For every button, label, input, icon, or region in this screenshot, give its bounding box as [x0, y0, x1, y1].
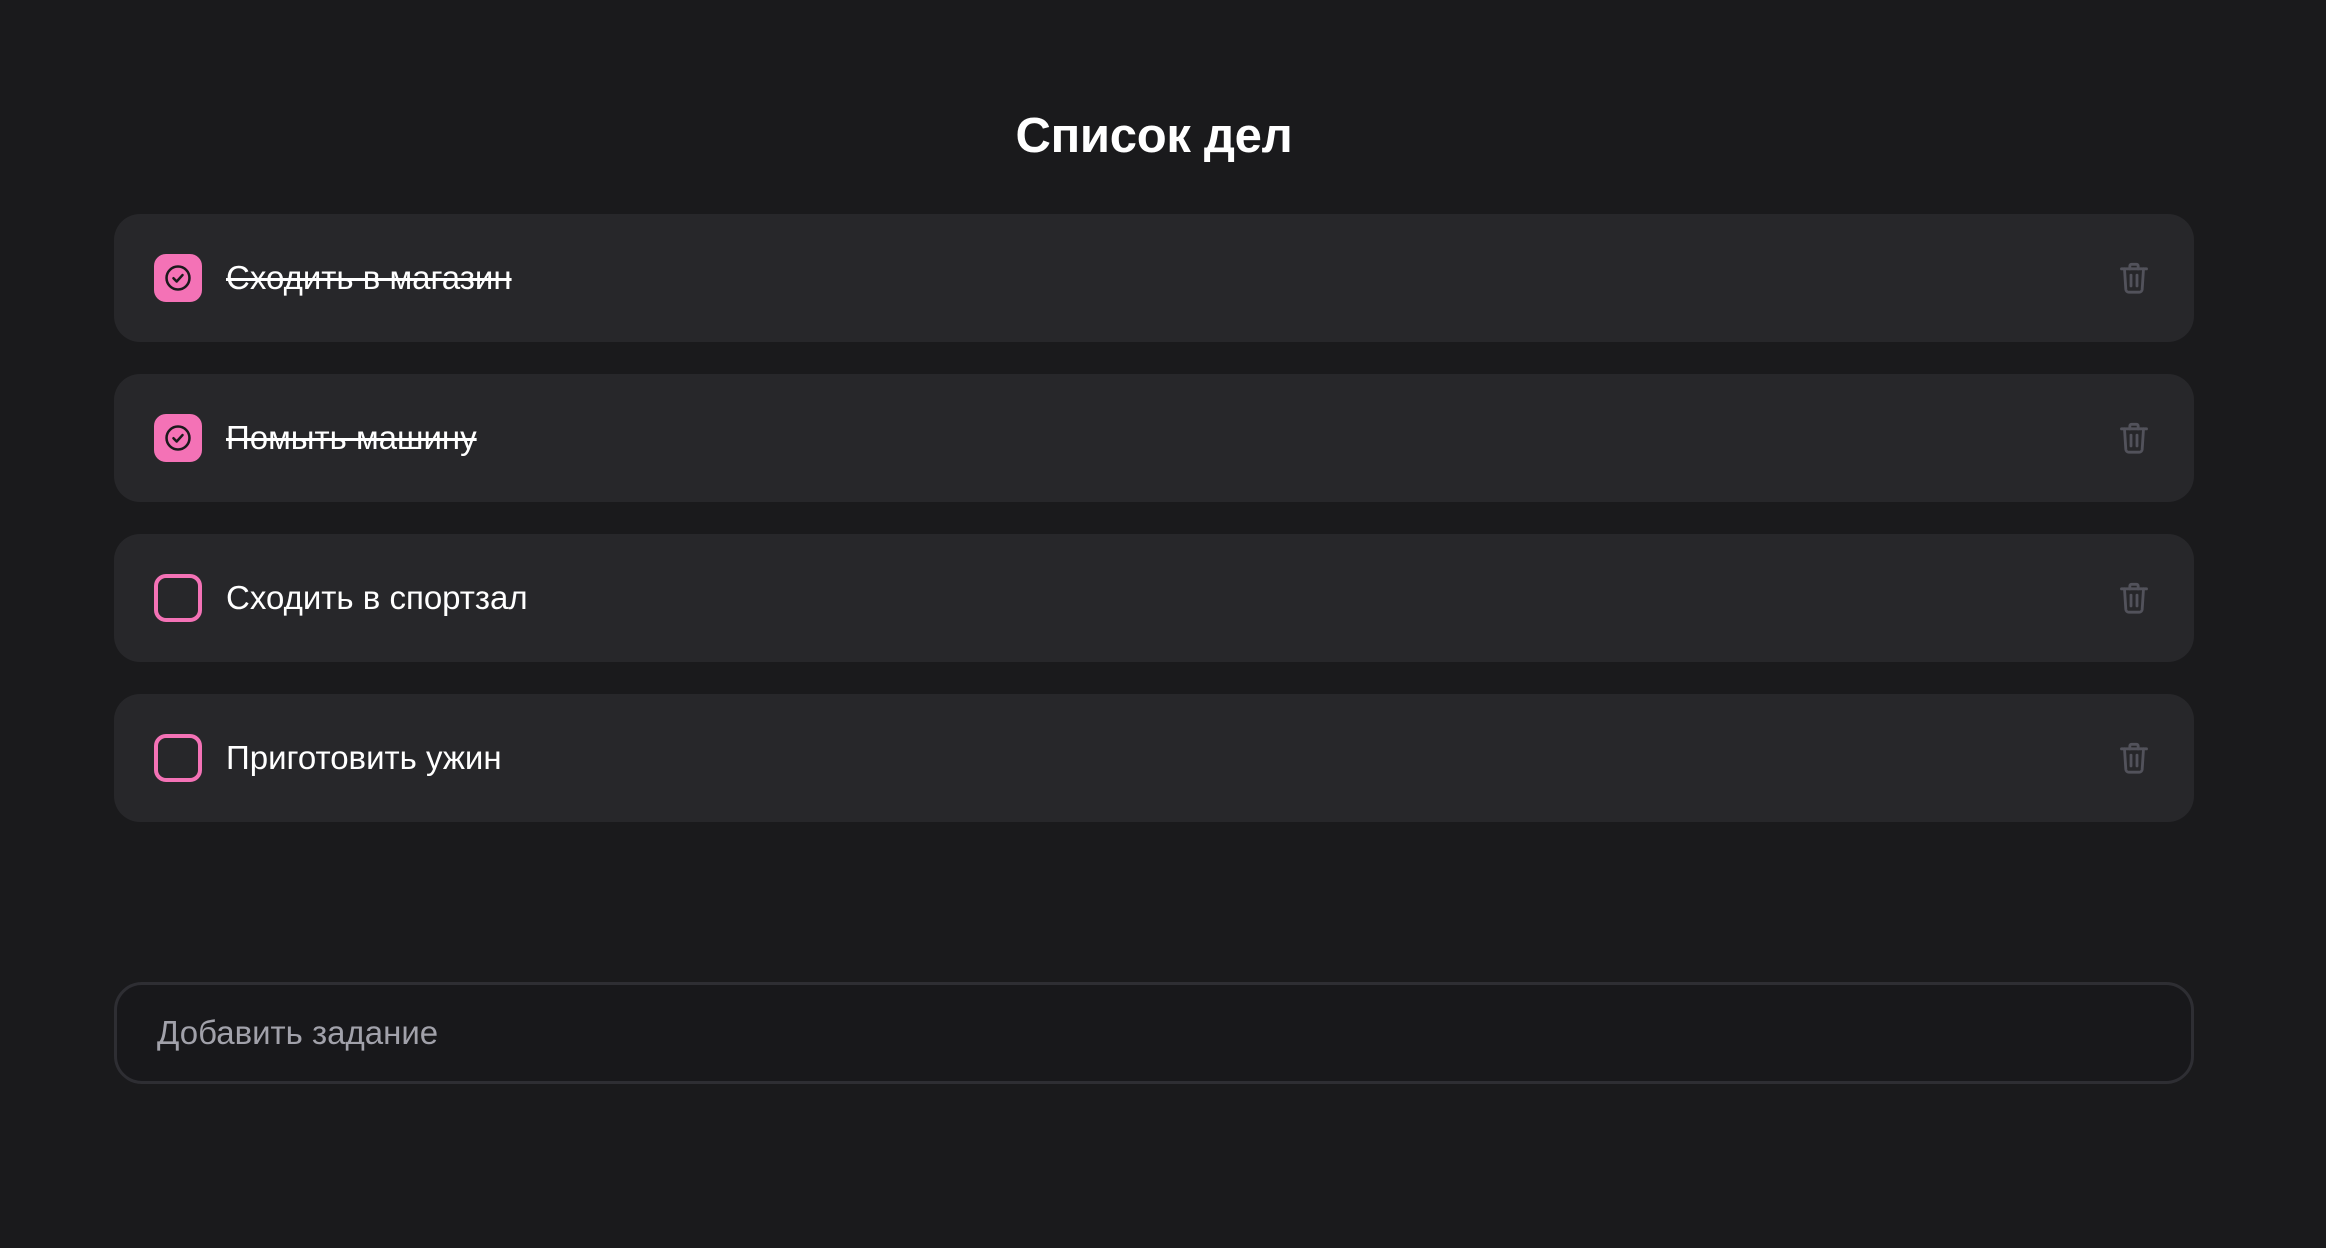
delete-button[interactable]: [2114, 738, 2154, 778]
todo-item: Приготовить ужин: [114, 694, 2194, 822]
check-circle-icon: [165, 265, 191, 291]
delete-button[interactable]: [2114, 258, 2154, 298]
delete-button[interactable]: [2114, 578, 2154, 618]
todo-text: Приготовить ужин: [226, 739, 502, 776]
todo-list: Сходить в магазин Помыть машину Сходить …: [114, 214, 2194, 854]
todo-checkbox[interactable]: [154, 734, 202, 782]
todo-item: Сходить в спортзал: [114, 534, 2194, 662]
todo-text: Сходить в спортзал: [226, 579, 528, 616]
trash-icon: [2114, 742, 2154, 782]
todo-text: Сходить в магазин: [226, 259, 512, 296]
trash-icon: [2114, 422, 2154, 462]
delete-button[interactable]: [2114, 418, 2154, 458]
todo-app: Список дел Сходить в магазин Помыть маши…: [0, 0, 2326, 1248]
todo-checkbox[interactable]: [154, 414, 202, 462]
todo-checkbox[interactable]: [154, 254, 202, 302]
add-task-input[interactable]: [114, 982, 2194, 1084]
todo-text: Помыть машину: [226, 419, 477, 456]
todo-checkbox[interactable]: [154, 574, 202, 622]
check-circle-icon: [165, 425, 191, 451]
trash-icon: [2114, 262, 2154, 302]
todo-item: Помыть машину: [114, 374, 2194, 502]
trash-icon: [2114, 582, 2154, 622]
todo-item: Сходить в магазин: [114, 214, 2194, 342]
page-title: Список дел: [1015, 108, 1293, 163]
